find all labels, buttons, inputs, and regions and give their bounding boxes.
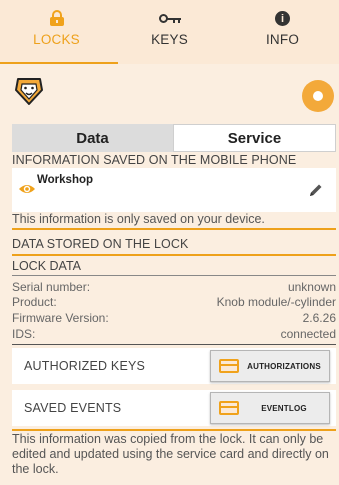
info-icon: i: [275, 11, 290, 26]
pencil-icon[interactable]: [308, 182, 324, 198]
divider-2: [12, 254, 336, 256]
active-tab-indicator: [0, 62, 118, 64]
row-value: Knob module/-cylinder: [216, 295, 336, 309]
row-ids: IDS: connected: [12, 327, 336, 342]
row-key: Serial number:: [12, 280, 91, 294]
footer-divider: [12, 429, 336, 431]
tab-info[interactable]: i INFO: [226, 0, 339, 64]
lion-logo: [15, 78, 43, 105]
data-service-toggle: Data Service: [12, 124, 336, 152]
row-firmware-version: Firmware Version: 2.6.26: [12, 311, 336, 326]
top-navigation: LOCKS KEYS i INFO: [0, 0, 339, 64]
row-product: Product: Knob module/-cylinder: [12, 295, 336, 310]
key-icon: [158, 12, 181, 26]
lock-data-divider: [12, 344, 336, 345]
eventlog-button[interactable]: EVENTLOG: [210, 392, 330, 424]
saved-events-row: SAVED EVENTS EVENTLOG: [12, 390, 336, 426]
eye-icon[interactable]: [18, 183, 36, 195]
row-value: 2.6.26: [302, 311, 336, 325]
saved-events-label: SAVED EVENTS: [24, 401, 122, 415]
lock-section-title: DATA STORED ON THE LOCK: [12, 237, 189, 251]
tab-info-label: INFO: [265, 32, 300, 47]
lock-data-header: LOCK DATA: [12, 259, 336, 276]
card-icon: [219, 401, 239, 415]
footer-note: This information was copied from the loc…: [12, 432, 329, 476]
entry-name: Workshop: [37, 174, 94, 186]
segment-service[interactable]: Service: [173, 124, 336, 152]
row-key: Product:: [12, 295, 57, 309]
mobile-note: This information is only saved on your d…: [12, 212, 265, 226]
authorized-keys-row: AUTHORIZED KEYS AUTHORIZATIONS: [12, 348, 336, 384]
authorizations-button-label: AUTHORIZATIONS: [247, 361, 321, 371]
row-value: unknown: [287, 280, 336, 294]
padlock-icon: [49, 10, 64, 26]
authorized-keys-label: AUTHORIZED KEYS: [24, 359, 146, 373]
row-key: Firmware Version:: [12, 311, 109, 325]
eventlog-button-label: EVENTLOG: [261, 403, 307, 413]
row-key: IDS:: [12, 327, 36, 341]
workshop-entry: Workshop: [12, 168, 336, 212]
authorizations-button[interactable]: AUTHORIZATIONS: [210, 350, 330, 382]
tab-keys-label: KEYS: [151, 32, 188, 47]
row-value: connected: [280, 327, 336, 341]
card-icon: [219, 359, 239, 373]
divider-1: [12, 228, 336, 230]
tab-locks[interactable]: LOCKS: [0, 0, 113, 64]
tab-locks-label: LOCKS: [33, 32, 80, 47]
segment-data[interactable]: Data: [12, 124, 173, 152]
row-serial-number: Serial number: unknown: [12, 280, 336, 295]
status-circle-button[interactable]: [302, 80, 334, 112]
mobile-section-title: INFORMATION SAVED ON THE MOBILE PHONE: [12, 153, 297, 167]
tab-keys[interactable]: KEYS: [113, 0, 226, 64]
